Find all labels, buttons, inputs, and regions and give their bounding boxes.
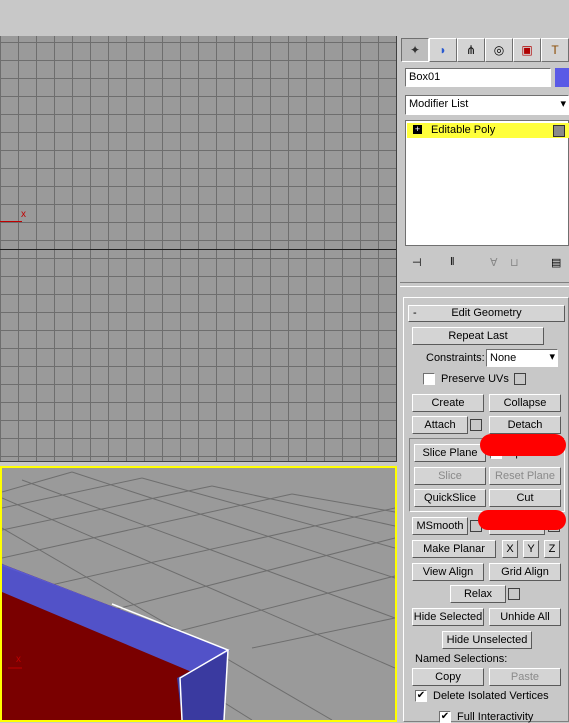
collapse-button[interactable]: Collapse — [489, 394, 561, 412]
object-name-field[interactable]: Box01 — [405, 68, 551, 87]
repeat-last-button[interactable]: Repeat Last — [412, 327, 544, 345]
quickslice-button[interactable]: QuickSlice — [414, 489, 486, 507]
delete-isolated-label: Delete Isolated Vertices — [433, 690, 549, 702]
utilities-tab[interactable]: T — [541, 38, 569, 62]
create-tab[interactable]: ✦ — [401, 38, 429, 62]
remove-modifier-icon[interactable]: ⊔ — [510, 256, 519, 269]
relax-button[interactable]: Relax — [450, 585, 506, 603]
make-planar-button[interactable]: Make Planar — [412, 540, 496, 558]
utilities-hammer-icon: T — [551, 43, 559, 57]
unhide-all-button[interactable]: Unhide All — [489, 608, 561, 626]
full-interactivity-label: Full Interactivity — [457, 711, 534, 723]
detach-button[interactable]: Detach — [489, 416, 561, 434]
object-color-swatch[interactable] — [555, 68, 569, 87]
modify-icon: ◗ — [439, 43, 447, 57]
panel-divider — [400, 282, 569, 283]
stack-item-toggle-icon[interactable] — [553, 125, 565, 137]
reset-plane-button[interactable]: Reset Plane — [489, 467, 561, 485]
display-icon: ▣ — [521, 43, 533, 57]
hide-unselected-button[interactable]: Hide Unselected — [442, 631, 532, 649]
show-end-result-icon[interactable]: ‖ — [450, 256, 455, 268]
full-interactivity-checkbox[interactable]: ✔ — [439, 711, 451, 723]
perspective-scene — [2, 471, 395, 720]
edit-geometry-rollout-header[interactable]: - Edit Geometry — [408, 305, 565, 322]
paste-button[interactable]: Paste — [489, 668, 561, 686]
modify-tab[interactable]: ◗ — [429, 38, 457, 62]
attach-button[interactable]: Attach — [412, 416, 468, 434]
hierarchy-icon: ⋔ — [465, 43, 477, 57]
display-tab[interactable]: ▣ — [513, 38, 541, 62]
grid-center-line — [0, 249, 396, 250]
grid-align-button[interactable]: Grid Align — [489, 563, 561, 581]
preserve-uvs-settings-icon[interactable] — [514, 373, 526, 385]
expand-plus-icon[interactable]: + — [413, 125, 422, 134]
stack-item-editable-poly[interactable]: + Editable Poly — [407, 123, 569, 138]
msmooth-button[interactable]: MSmooth — [412, 517, 468, 535]
constraints-value: None — [490, 352, 517, 364]
modifier-list-dropdown[interactable]: Modifier List ▾ — [405, 95, 569, 115]
command-panel: ✦ ◗ ⋔ ◎ ▣ T Box01 Modifier List ▾ + Edit… — [400, 0, 569, 723]
rollout-title: Edit Geometry — [451, 307, 522, 319]
motion-icon: ◎ — [493, 43, 505, 57]
relax-settings-icon[interactable] — [508, 588, 520, 600]
create-button[interactable]: Create — [412, 394, 484, 412]
planar-z-button[interactable]: Z — [544, 540, 560, 558]
red-annotation-mark — [480, 434, 566, 456]
hierarchy-tab[interactable]: ⋔ — [457, 38, 485, 62]
preserve-uvs-label: Preserve UVs — [441, 373, 509, 385]
make-unique-icon[interactable]: ∀ — [490, 256, 498, 269]
named-selections-label: Named Selections: — [415, 653, 508, 665]
stack-item-label: Editable Poly — [431, 124, 496, 136]
chevron-down-icon: ▾ — [549, 351, 555, 363]
configure-sets-icon[interactable]: ▤ — [551, 256, 561, 269]
attach-settings-icon[interactable] — [470, 419, 482, 431]
x-axis-line — [0, 221, 22, 222]
delete-isolated-checkbox[interactable]: ✔ — [415, 690, 427, 702]
modifier-stack[interactable]: + Editable Poly — [405, 120, 569, 246]
red-annotation-mark — [478, 510, 566, 530]
collapse-sign: - — [413, 307, 417, 319]
hide-selected-button[interactable]: Hide Selected — [412, 608, 484, 626]
motion-tab[interactable]: ◎ — [485, 38, 513, 62]
slice-plane-button[interactable]: Slice Plane — [414, 444, 486, 462]
preserve-uvs-checkbox[interactable] — [423, 373, 435, 385]
slice-button[interactable]: Slice — [414, 467, 486, 485]
x-axis-label: x — [21, 209, 26, 220]
create-wand-icon: ✦ — [409, 43, 421, 57]
pin-stack-icon[interactable]: ⊣ — [412, 256, 422, 269]
modifier-list-label: Modifier List — [409, 98, 469, 110]
constraints-label: Constraints: — [426, 352, 485, 364]
cut-button[interactable]: Cut — [489, 489, 561, 507]
planar-x-button[interactable]: X — [502, 540, 518, 558]
persp-axis-label: x — [16, 654, 21, 665]
perspective-viewport[interactable]: x — [0, 466, 397, 722]
constraints-dropdown[interactable]: None ▾ — [486, 349, 558, 367]
chevron-down-icon: ▾ — [560, 98, 566, 110]
panel-divider-2 — [400, 286, 569, 287]
copy-button[interactable]: Copy — [412, 668, 484, 686]
top-viewport[interactable]: x — [0, 36, 397, 462]
view-align-button[interactable]: View Align — [412, 563, 484, 581]
planar-y-button[interactable]: Y — [523, 540, 539, 558]
